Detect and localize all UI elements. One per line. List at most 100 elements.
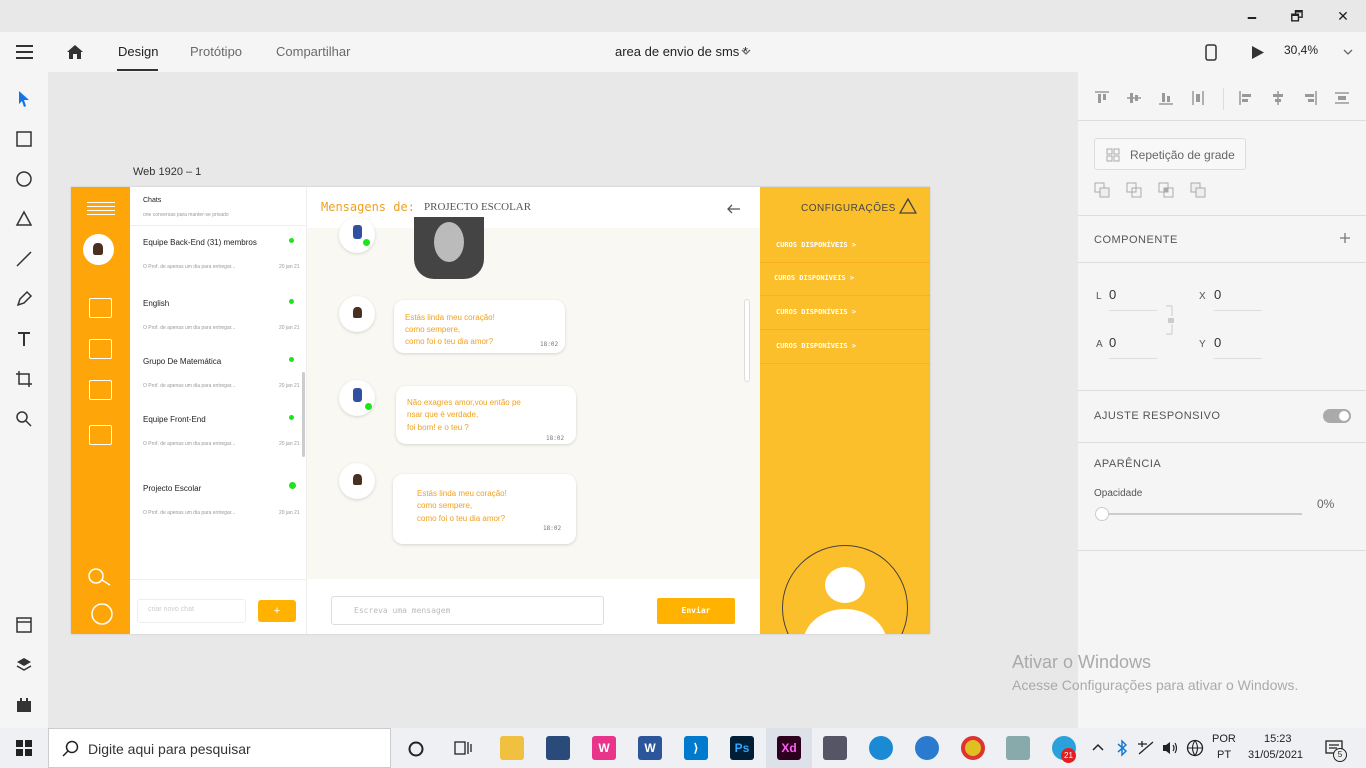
list-item[interactable]: Equipe Front-End O Prof. de apenas um di… [130, 415, 307, 471]
responsive-resize-toggle[interactable] [1323, 409, 1351, 423]
message-line: foi bom! e o teu ? [407, 423, 469, 432]
home-icon[interactable] [66, 43, 84, 61]
scrollbar[interactable] [744, 299, 750, 382]
cortana-icon[interactable] [407, 740, 425, 758]
clock-date[interactable]: 31/05/2021 [1248, 749, 1303, 761]
document-assets-icon[interactable] [14, 615, 34, 635]
task-view-icon[interactable] [454, 740, 472, 756]
bluetooth-icon[interactable] [1116, 739, 1128, 757]
wamp-icon[interactable]: W [592, 736, 616, 760]
mic-app-icon[interactable] [823, 736, 847, 760]
word-icon[interactable]: W [638, 736, 662, 760]
align-bottom-icon[interactable] [1158, 90, 1174, 106]
xd-icon[interactable]: Xd [777, 736, 801, 760]
edge-icon[interactable] [869, 736, 893, 760]
restore-button[interactable]: 🗗 [1285, 6, 1309, 26]
message-input[interactable]: Escreva uma mensagem [331, 596, 604, 625]
plugins-icon[interactable] [14, 695, 34, 715]
select-icon[interactable] [14, 89, 34, 109]
course-item[interactable]: CUROS DISPONÍVEIS > [760, 229, 930, 263]
back-arrow-icon[interactable] [727, 204, 741, 214]
distribute-vertical-icon[interactable] [1190, 90, 1206, 106]
globe-app-icon[interactable] [915, 736, 939, 760]
windows-start-icon[interactable] [16, 740, 32, 756]
zoom-level[interactable]: 30,4% [1284, 30, 1318, 70]
list-item[interactable]: Projecto Escolar O Prof. de apenas um di… [130, 482, 307, 540]
add-chat-button[interactable]: + [258, 600, 296, 622]
line-icon[interactable] [14, 249, 34, 269]
tab-design[interactable]: Design [118, 32, 158, 72]
volume-icon[interactable] [1161, 740, 1179, 756]
zoom-icon[interactable] [14, 409, 34, 429]
mobile-preview-icon[interactable] [1205, 44, 1217, 61]
align-right-icon[interactable] [1302, 90, 1318, 106]
pen-icon[interactable] [14, 289, 34, 309]
input-method-icon[interactable] [1137, 740, 1155, 756]
boolean-add-icon[interactable] [1094, 182, 1110, 198]
clock-time[interactable]: 15:23 [1264, 733, 1292, 745]
list-item[interactable]: English O Prof. de apenas um dia para en… [130, 299, 307, 355]
network-globe-icon[interactable] [1186, 739, 1204, 757]
profile-circle-icon [91, 603, 113, 625]
align-top-icon[interactable] [1094, 90, 1110, 106]
triangle-icon[interactable] [14, 209, 34, 229]
course-item[interactable]: CUROS DISPONÍVEIS > [760, 330, 930, 364]
chrome-icon[interactable] [961, 736, 985, 760]
search-box[interactable]: Digite aqui para pesquisar [48, 728, 391, 768]
lock-aspect-icon[interactable] [1164, 304, 1178, 336]
scrollbar[interactable] [302, 372, 305, 457]
zoom-chevron-icon[interactable] [1343, 48, 1353, 56]
monitor-app-icon[interactable] [1006, 736, 1030, 760]
boolean-exclude-icon[interactable] [1190, 182, 1206, 198]
avatar [339, 380, 375, 416]
distribute-horizontal-icon[interactable] [1334, 90, 1350, 106]
document-title[interactable]: area de envio de sms * [615, 32, 748, 72]
vscode-icon[interactable]: ⟩ [684, 736, 708, 760]
online-dot [289, 357, 294, 362]
language-code[interactable]: POR [1212, 733, 1236, 745]
file-explorer-icon[interactable] [500, 736, 524, 760]
mysql-icon[interactable] [546, 736, 570, 760]
text-icon[interactable] [14, 329, 34, 349]
ellipse-icon[interactable] [14, 169, 34, 189]
list-item[interactable]: Grupo De Matemática O Prof. de apenas um… [130, 357, 307, 413]
course-item[interactable]: CUROS DISPONÍVEIS > [760, 262, 930, 296]
hamburger-menu-icon[interactable] [16, 45, 33, 59]
x-input[interactable]: 0 [1214, 287, 1262, 311]
nav-square-icon [89, 339, 112, 359]
opacity-value[interactable]: 0% [1317, 497, 1334, 511]
boolean-intersect-icon[interactable] [1158, 182, 1174, 198]
y-input[interactable]: 0 [1214, 335, 1262, 359]
height-input[interactable]: 0 [1109, 335, 1157, 359]
messages-panel: Mensagens de: PROJECTO ESCOLAR Estás lin… [307, 187, 760, 634]
send-button[interactable]: Enviar [657, 598, 735, 624]
add-component-icon[interactable] [1339, 232, 1351, 244]
chevron-down-icon[interactable] [741, 48, 751, 56]
close-button[interactable]: ✕ [1331, 6, 1355, 26]
boolean-subtract-icon[interactable] [1126, 182, 1142, 198]
chevron-up-icon[interactable] [1091, 742, 1105, 752]
artboard-icon[interactable] [14, 369, 34, 389]
align-center-icon[interactable] [1270, 90, 1286, 106]
align-middle-icon[interactable] [1126, 90, 1142, 106]
new-chat-input[interactable]: criar novo chat [137, 599, 246, 623]
opacity-slider-handle[interactable] [1095, 507, 1109, 521]
tab-prototype[interactable]: Protótipo [190, 32, 242, 72]
notification-count: 5 [1333, 748, 1347, 762]
play-icon[interactable] [1251, 45, 1265, 60]
width-input[interactable]: 0 [1109, 287, 1157, 311]
repeat-grid-button[interactable]: Repetição de grade [1094, 138, 1246, 170]
divider [1078, 215, 1366, 216]
language-region[interactable]: PT [1217, 749, 1231, 761]
opacity-slider-track[interactable] [1108, 513, 1302, 515]
tab-share[interactable]: Compartilhar [276, 32, 350, 72]
artboard-label[interactable]: Web 1920 – 1 [133, 166, 201, 178]
course-item[interactable]: CUROS DISPONÍVEIS > [760, 296, 930, 330]
layers-icon[interactable] [14, 655, 34, 675]
minimize-button[interactable]: 🗕 [1240, 6, 1264, 26]
list-item[interactable]: Equipe Back-End (31) membros O Prof. de … [130, 238, 307, 294]
rectangle-icon[interactable] [14, 129, 34, 149]
photoshop-icon[interactable]: Ps [730, 736, 754, 760]
align-left-icon[interactable] [1238, 90, 1254, 106]
artboard[interactable]: Chats one conversas para manter-se priva… [71, 187, 930, 634]
